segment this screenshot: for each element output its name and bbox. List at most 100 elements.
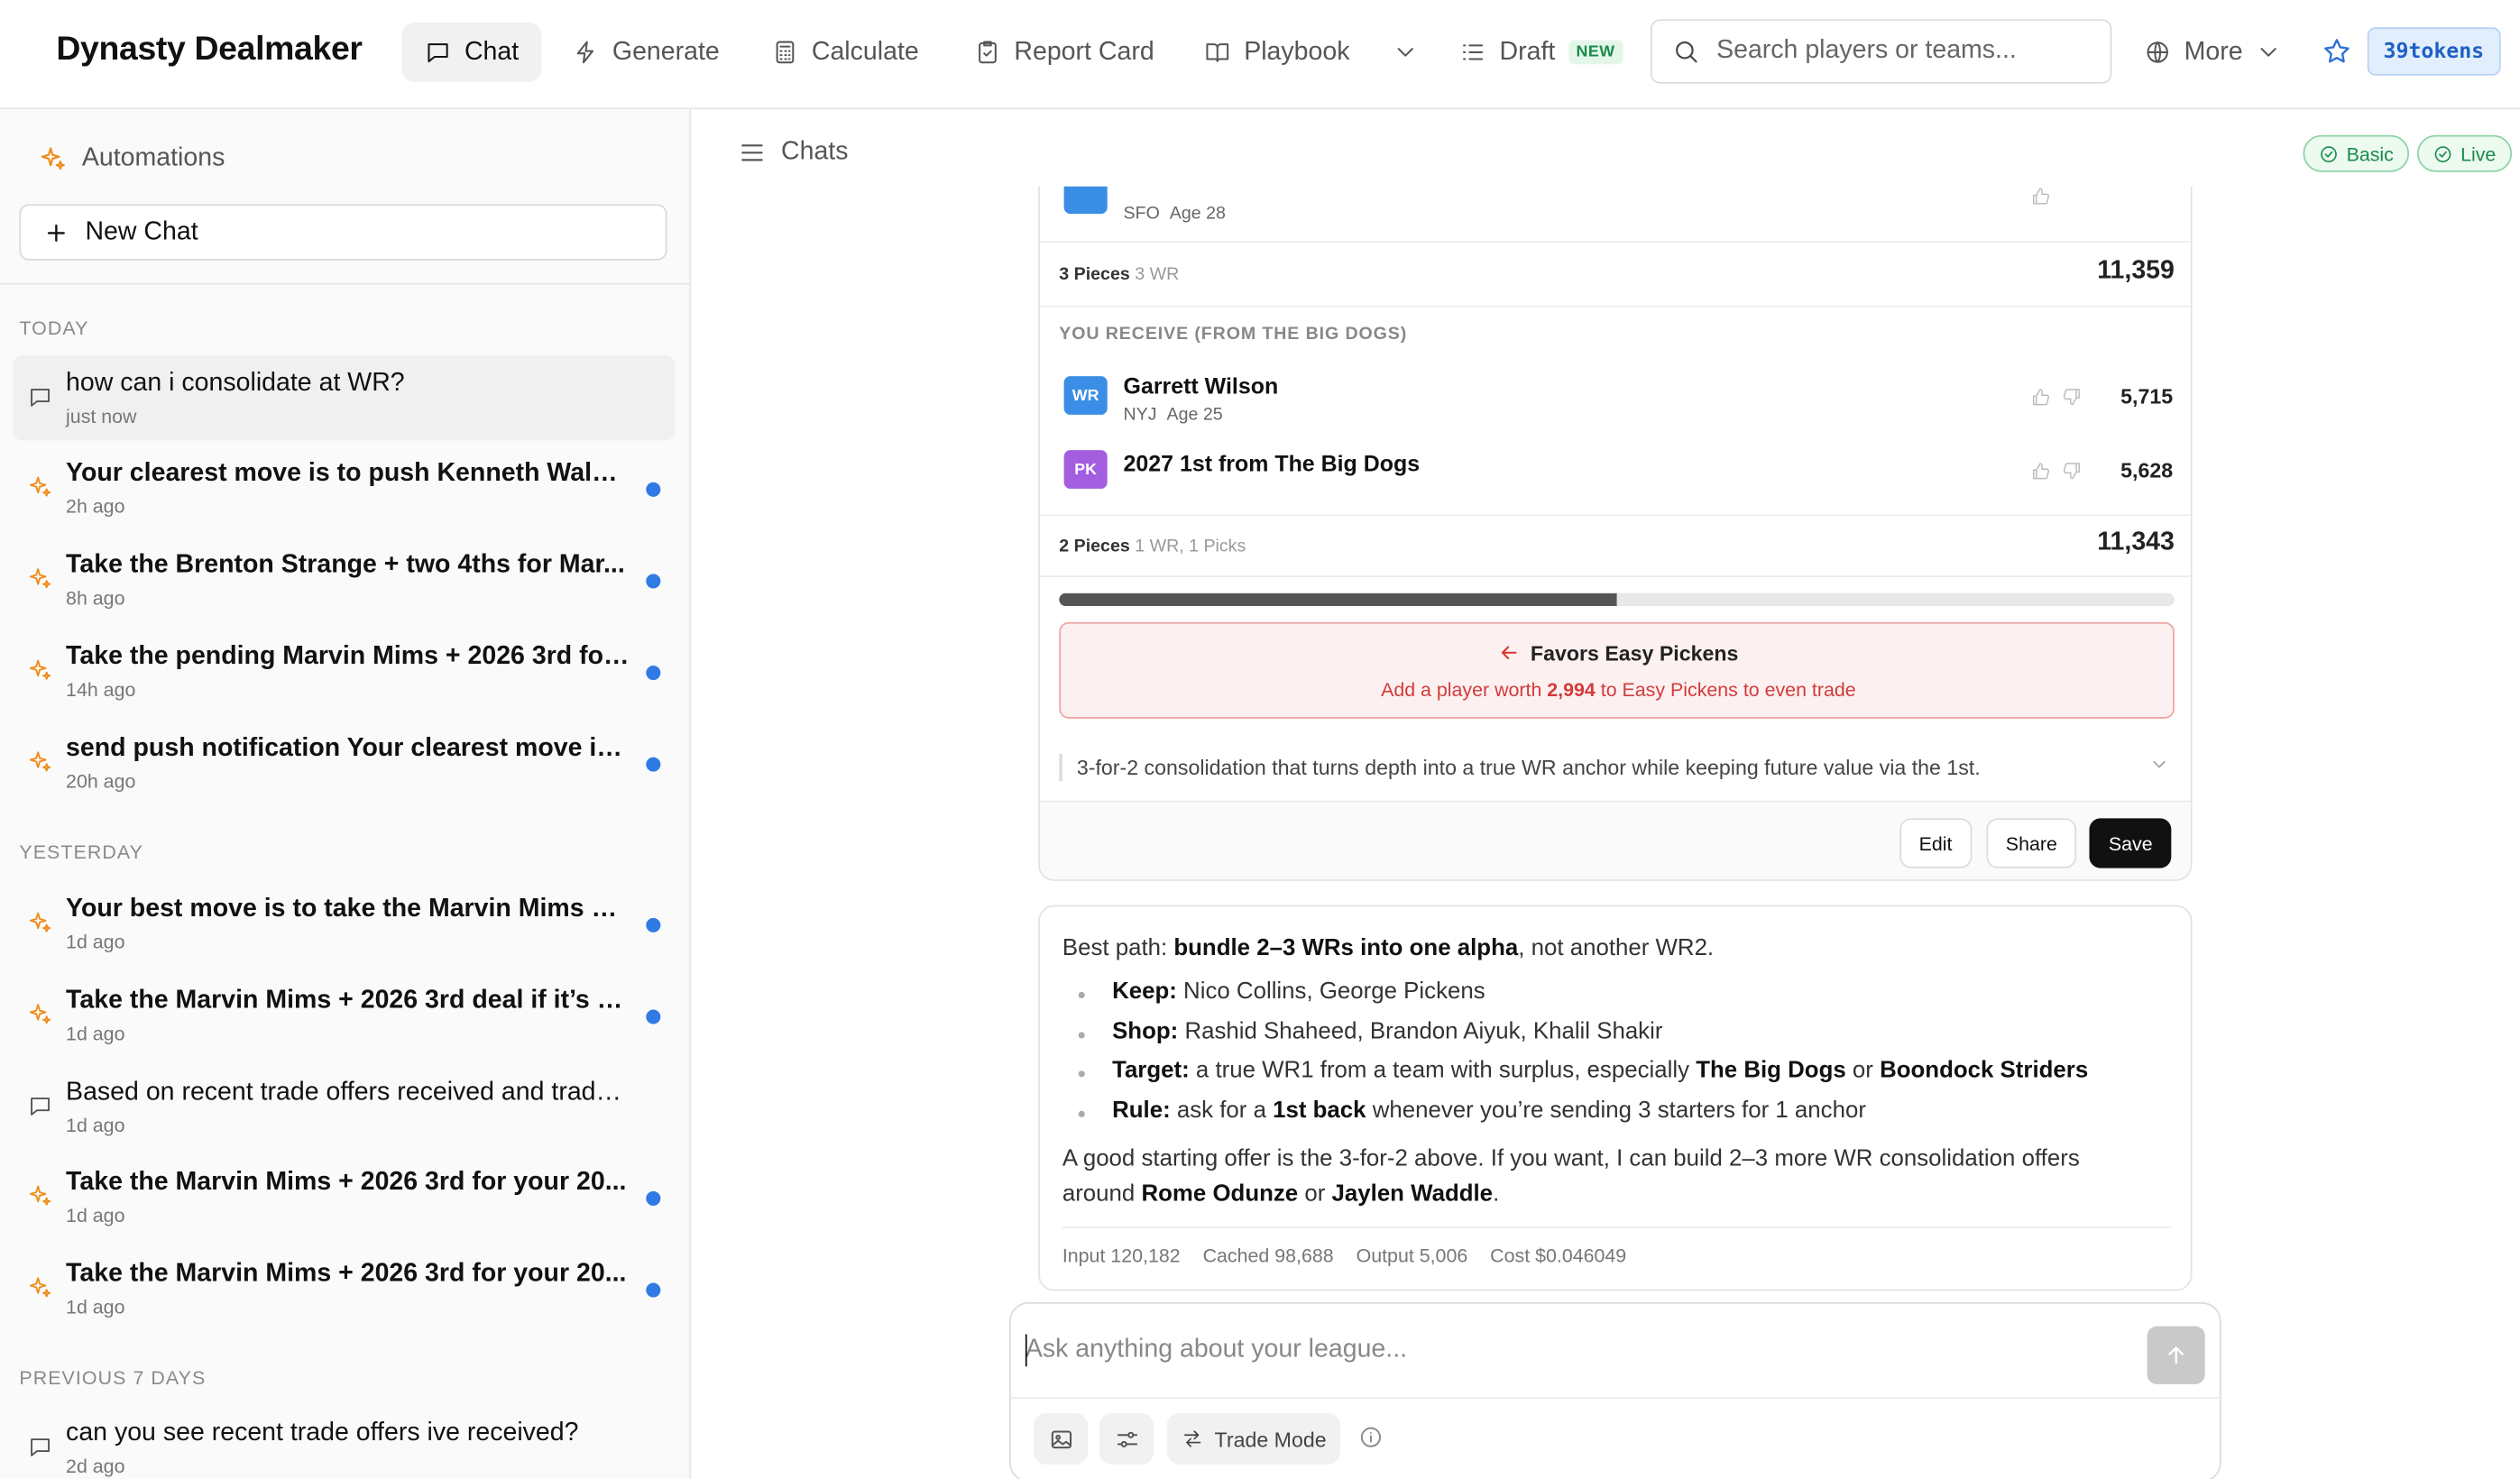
sparkle-icon <box>29 568 51 589</box>
attach-image-button[interactable] <box>1033 1412 1089 1465</box>
nav-report-card[interactable]: Report Card <box>952 23 1177 82</box>
chat-bubble-icon <box>31 389 51 407</box>
chats-toggle[interactable]: Chats <box>738 138 849 167</box>
receive-section-label: YOU RECEIVE (FROM THE BIG DOGS) <box>1059 325 1408 344</box>
trade-balance-fill <box>1059 593 1617 607</box>
receive-summary-row: 2 Pieces 1 WR, 1 Picks 11,343 <box>1059 528 2175 564</box>
conversation-scroll-area[interactable]: SFO Age 28 3 Pieces 3 WR 11,359 YOU RECE… <box>693 186 2520 1479</box>
arrow-up-icon <box>2168 1346 2184 1364</box>
expand-summary-toggle[interactable] <box>2148 754 2169 775</box>
new-chat-button[interactable]: New Chat <box>19 204 667 261</box>
nav-calculate[interactable]: Calculate <box>749 23 941 82</box>
star-icon <box>2324 39 2350 63</box>
app-window: Dynasty Dealmaker Chat Generate Calculat… <box>0 0 2520 1479</box>
settings-sliders-button[interactable] <box>1099 1412 1154 1465</box>
sparkle-icon <box>29 659 51 680</box>
token-usage-stats: Input 120,182 Cached 98,688 Output 5,006… <box>1062 1245 1626 1267</box>
nav-chat[interactable]: Chat <box>401 22 542 82</box>
unread-dot <box>646 757 661 772</box>
app-brand[interactable]: Dynasty Dealmaker <box>56 31 363 69</box>
thumbs-up-icon[interactable] <box>2030 460 2053 482</box>
chat-history-item[interactable]: how can i consolidate at WR? just now <box>13 354 676 441</box>
chat-timestamp: 1d ago <box>66 1022 125 1045</box>
sparkle-icon <box>41 147 65 170</box>
receive-player-row[interactable]: WR Garrett Wilson NYJ Age 25 5,715 <box>1063 370 2174 427</box>
chat-history-item[interactable]: Take the Marvin Mims + 2026 3rd for your… <box>13 1154 675 1239</box>
assistant-message: Best path: bundle 2–3 WRs into one alpha… <box>1038 905 2193 1291</box>
player-meta: SFO Age 28 <box>1123 204 1226 224</box>
nav-playbook[interactable]: Playbook <box>1182 23 1373 82</box>
info-button[interactable] <box>1358 1424 1384 1450</box>
nav-generate[interactable]: Generate <box>549 23 741 82</box>
chat-timestamp: 1d ago <box>66 1204 125 1227</box>
thumbs-down-icon[interactable] <box>2060 386 2083 409</box>
mode-live-pill[interactable]: Live <box>2416 134 2513 172</box>
chat-title: Your clearest move is to push Kenneth Wa… <box>66 459 632 488</box>
search-input[interactable]: Search players or teams... <box>1651 19 2112 84</box>
chat-timestamp: 1d ago <box>66 1295 125 1318</box>
message-input[interactable]: Ask anything about your league... <box>1025 1336 1407 1364</box>
divider <box>0 282 690 285</box>
nav-generate-label: Generate <box>612 37 720 66</box>
sparkle-icon <box>29 751 51 772</box>
unread-dot <box>646 482 661 497</box>
nav-chat-label: Chat <box>464 37 520 66</box>
trade-mode-toggle[interactable]: Trade Mode <box>1166 1412 1341 1465</box>
automations-link[interactable]: Automations <box>39 144 225 173</box>
save-button[interactable]: Save <box>2089 818 2172 868</box>
favorite-star-button[interactable] <box>2321 35 2353 68</box>
plus-icon <box>47 224 65 242</box>
chevron-down-icon <box>2261 48 2277 57</box>
chat-title: Take the Marvin Mims + 2026 3rd for your… <box>66 1168 627 1197</box>
chat-title: Your best move is to take the Marvin Mim… <box>66 895 632 923</box>
chat-timestamp: 14h ago <box>66 678 136 702</box>
edit-button[interactable]: Edit <box>1899 818 1972 868</box>
chat-history-item[interactable]: can you see recent trade offers ive rece… <box>13 1405 675 1479</box>
unread-dot <box>646 1190 661 1206</box>
trade-mode-label: Trade Mode <box>1214 1427 1327 1451</box>
thumbs-up-icon[interactable] <box>2030 187 2053 207</box>
nav-overflow-dropdown[interactable] <box>1382 23 1429 82</box>
player-value: 5,715 <box>2120 384 2174 409</box>
clipboard-check-icon <box>979 41 997 64</box>
usage-input: Input 120,182 <box>1062 1244 1181 1267</box>
sparkle-icon <box>29 1277 51 1298</box>
quote-bar <box>1059 754 1062 782</box>
chat-bubble-icon <box>31 1438 51 1456</box>
more-menu[interactable]: More <box>2121 23 2305 82</box>
share-button[interactable]: Share <box>1986 818 2077 868</box>
divider <box>1039 575 2191 577</box>
search-icon <box>1676 41 1697 63</box>
section-label-yesterday: YESTERDAY <box>19 841 143 864</box>
chat-history-item[interactable]: Take the pending Marvin Mims + 2026 3rd … <box>13 629 675 713</box>
thumbs-down-icon[interactable] <box>2060 460 2083 482</box>
trade-verdict-box: Favors Easy Pickens Add a player worth 2… <box>1059 621 2175 719</box>
divider <box>1039 241 2191 243</box>
sparkle-icon <box>29 476 51 497</box>
chat-history-item[interactable]: Your best move is to take the Marvin Mim… <box>13 881 675 966</box>
nav-draft-label: Draft <box>1499 37 1556 66</box>
trade-card-actions: Edit Share Save <box>1039 800 2191 880</box>
mode-basic-pill[interactable]: Basic <box>2303 134 2410 172</box>
pick-value: 5,628 <box>2120 458 2174 482</box>
nav-draft[interactable]: Draft NEW <box>1437 23 1645 82</box>
chat-history-item[interactable]: Based on recent trade offers received an… <box>13 1064 675 1149</box>
chat-history-item[interactable]: Take the Marvin Mims + 2026 3rd for your… <box>13 1246 675 1331</box>
chat-history-item[interactable]: send push notification Your clearest mov… <box>13 721 675 805</box>
token-balance-badge[interactable]: 39tokens <box>2367 27 2500 76</box>
globe-icon <box>2147 41 2168 63</box>
chats-header-label: Chats <box>781 138 849 166</box>
chat-history-item[interactable]: Take the Marvin Mims + 2026 3rd deal if … <box>13 972 675 1057</box>
new-chat-label: New Chat <box>85 217 198 245</box>
chat-history-item[interactable]: Take the Brenton Strange + two 4ths for … <box>13 537 675 621</box>
send-button[interactable] <box>2147 1326 2205 1384</box>
unread-dot <box>646 917 661 932</box>
answer-outro: A good starting offer is the 3-for-2 abo… <box>1062 1145 2080 1208</box>
receive-pick-row[interactable]: PK 2027 1st from The Big Dogs 5,628 <box>1063 444 2174 501</box>
send-player-row[interactable]: SFO Age 28 <box>1063 186 2174 227</box>
nav-report-card-label: Report Card <box>1014 37 1154 66</box>
unread-dot <box>646 665 661 681</box>
thumbs-up-icon[interactable] <box>2030 386 2053 409</box>
new-badge: NEW <box>1568 40 1623 65</box>
chat-history-item[interactable]: Your clearest move is to push Kenneth Wa… <box>13 446 675 530</box>
